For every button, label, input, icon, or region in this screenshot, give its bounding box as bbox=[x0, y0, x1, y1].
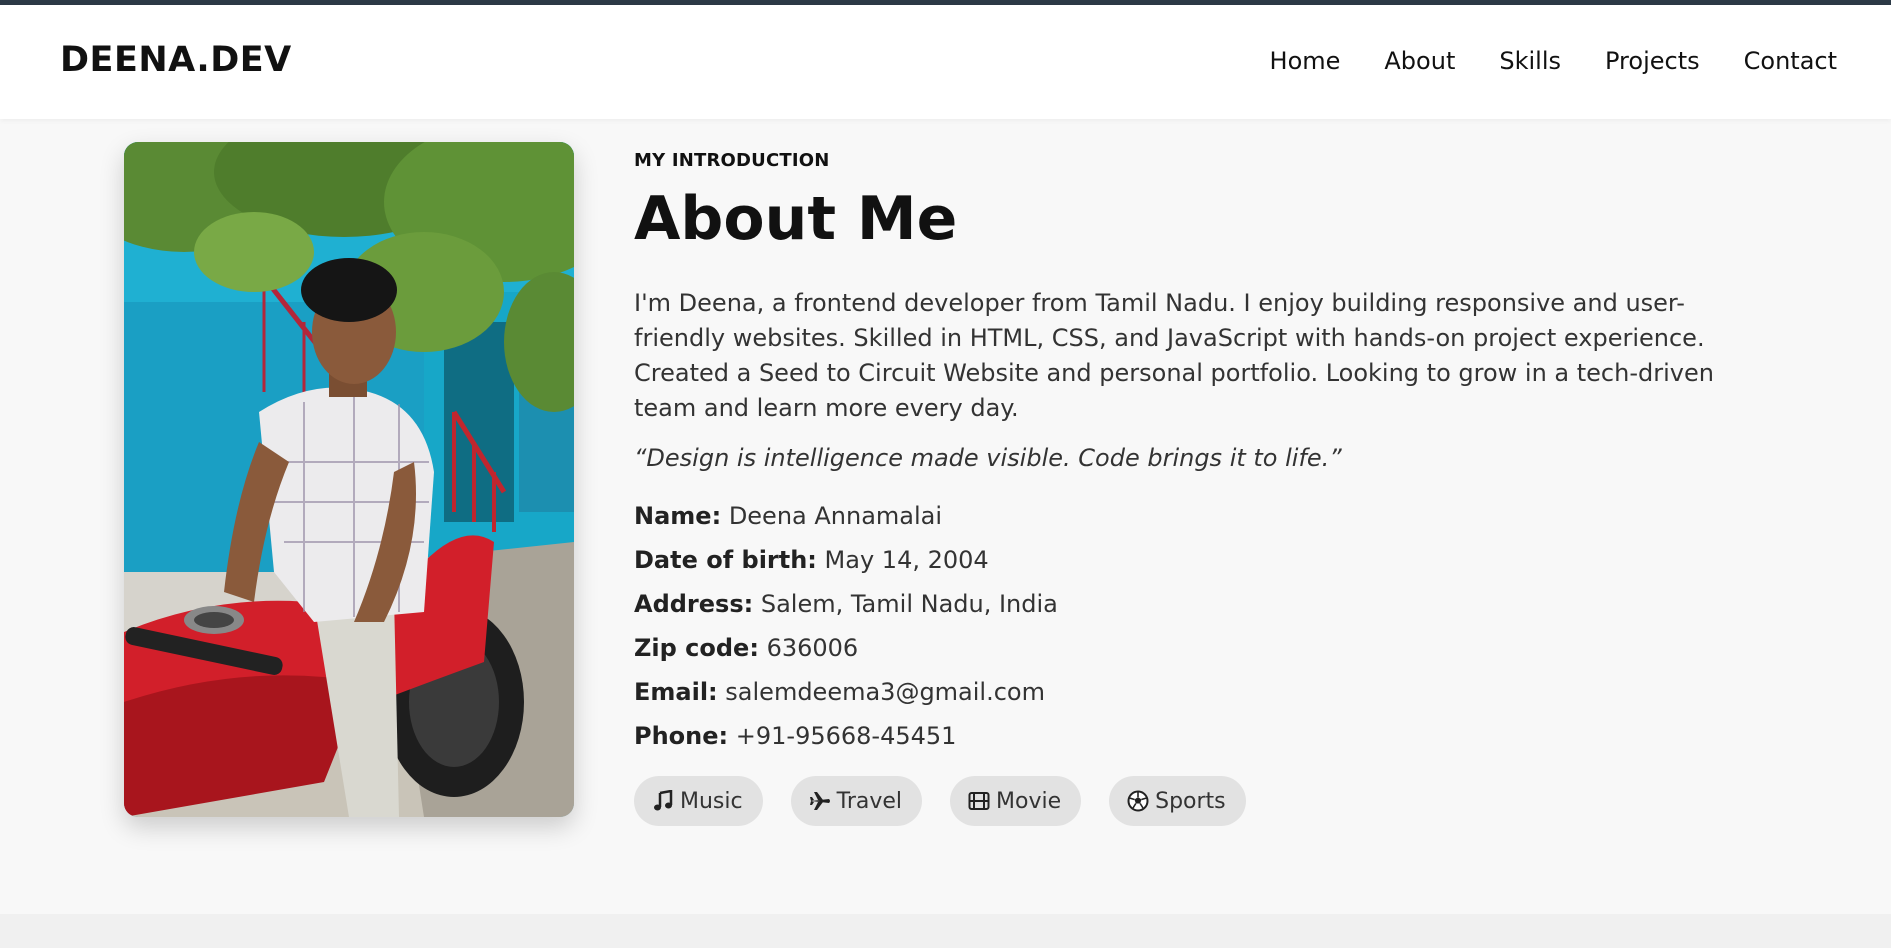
interest-label: Music bbox=[680, 788, 743, 814]
detail-name: Name: Deena Annamalai bbox=[634, 494, 1784, 538]
section-title: About Me bbox=[634, 184, 958, 254]
detail-label: Email: bbox=[634, 678, 718, 706]
film-icon bbox=[968, 790, 990, 812]
site-header: DEENA.DEV Home About Skills Projects Con… bbox=[0, 5, 1891, 119]
detail-value: salemdeema3@gmail.com bbox=[725, 678, 1045, 706]
detail-label: Phone: bbox=[634, 722, 729, 750]
detail-label: Name: bbox=[634, 502, 722, 530]
section-eyebrow: MY INTRODUCTION bbox=[634, 150, 830, 171]
detail-phone: Phone: +91-95668-45451 bbox=[634, 714, 1784, 758]
detail-value: +91-95668-45451 bbox=[735, 722, 957, 750]
soccer-ball-icon bbox=[1127, 790, 1149, 812]
about-section: MY INTRODUCTION About Me I'm Deena, a fr… bbox=[634, 150, 1784, 826]
next-section-band bbox=[0, 914, 1891, 948]
detail-value: 636006 bbox=[766, 634, 859, 662]
main-nav: Home About Skills Projects Contact bbox=[1270, 47, 1837, 75]
interest-chip-sports[interactable]: Sports bbox=[1109, 776, 1246, 826]
detail-zip-code: Zip code: 636006 bbox=[634, 626, 1784, 670]
profile-photo bbox=[124, 142, 574, 817]
nav-link-projects[interactable]: Projects bbox=[1605, 47, 1700, 75]
detail-value: Deena Annamalai bbox=[728, 502, 943, 530]
interest-chip-music[interactable]: Music bbox=[634, 776, 763, 826]
intro-paragraph: I'm Deena, a frontend developer from Tam… bbox=[634, 289, 1714, 422]
nav-link-about[interactable]: About bbox=[1384, 47, 1455, 75]
interest-label: Travel bbox=[836, 788, 903, 814]
detail-label: Address: bbox=[634, 590, 754, 618]
nav-link-contact[interactable]: Contact bbox=[1744, 47, 1837, 75]
nav-link-skills[interactable]: Skills bbox=[1499, 47, 1561, 75]
nav-link-home[interactable]: Home bbox=[1270, 47, 1341, 75]
detail-value: Salem, Tamil Nadu, India bbox=[760, 590, 1058, 618]
detail-label: Date of birth: bbox=[634, 546, 817, 574]
interest-chip-travel[interactable]: Travel bbox=[790, 776, 923, 826]
personal-details: Name: Deena Annamalai Date of birth: May… bbox=[634, 494, 1784, 758]
detail-address: Address: Salem, Tamil Nadu, India bbox=[634, 582, 1784, 626]
interest-label: Movie bbox=[996, 788, 1062, 814]
plane-icon bbox=[809, 790, 831, 812]
interest-label: Sports bbox=[1155, 788, 1226, 814]
detail-label: Zip code: bbox=[634, 634, 759, 662]
music-icon bbox=[652, 790, 674, 812]
detail-email: Email: salemdeema3@gmail.com bbox=[634, 670, 1784, 714]
detail-value: May 14, 2004 bbox=[824, 546, 989, 574]
site-logo[interactable]: DEENA.DEV bbox=[60, 40, 292, 80]
interest-chip-movie[interactable]: Movie bbox=[950, 776, 1082, 826]
interest-chips: Music Travel Movie Sports bbox=[634, 776, 1784, 826]
quote: “Design is intelligence made visible. Co… bbox=[634, 444, 1342, 472]
detail-date-of-birth: Date of birth: May 14, 2004 bbox=[634, 538, 1784, 582]
